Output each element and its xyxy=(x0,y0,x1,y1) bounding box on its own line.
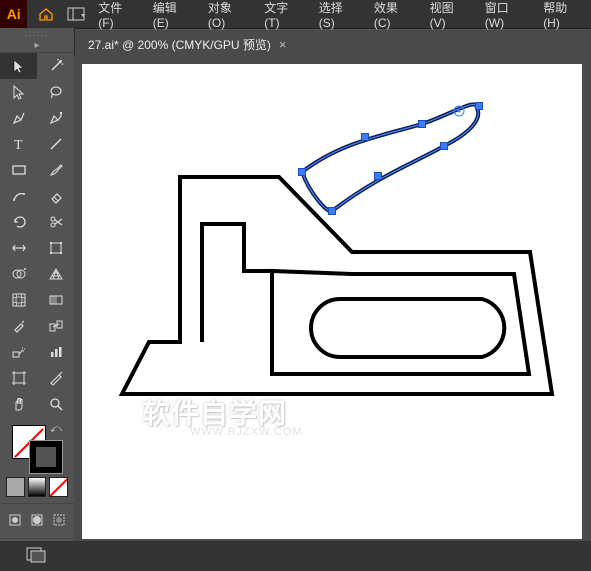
anchor-point[interactable] xyxy=(298,168,306,176)
fill-stroke-control[interactable]: ⤺ xyxy=(0,423,74,471)
artboard-tool[interactable] xyxy=(0,365,37,391)
line-segment-tool[interactable] xyxy=(37,131,74,157)
rectangle-tool[interactable] xyxy=(0,157,37,183)
panel-grip[interactable]: :::::: xyxy=(0,28,74,38)
canvas-area[interactable]: 软件自学网 WWW.RJZXW.COM xyxy=(74,56,591,541)
tool-grid: T xyxy=(0,53,74,417)
eraser-tool[interactable] xyxy=(37,183,74,209)
menu-window[interactable]: 窗口(W) xyxy=(477,0,535,28)
screen-mode-icon[interactable] xyxy=(26,547,48,571)
perspective-grid-tool[interactable] xyxy=(37,261,74,287)
lasso-tool[interactable] xyxy=(37,79,74,105)
draw-normal-icon[interactable] xyxy=(6,510,25,530)
menu-effect[interactable]: 效果(C) xyxy=(366,0,422,28)
artboard[interactable]: 软件自学网 WWW.RJZXW.COM xyxy=(82,64,582,539)
color-mode-solid[interactable] xyxy=(6,477,25,497)
menu-bar: Ai 文件(F) 编辑(E) 对象(O) 文字(T) 选择(S) 效果(C) 视… xyxy=(0,0,591,29)
gradient-tool[interactable] xyxy=(37,287,74,313)
column-graph-tool[interactable] xyxy=(37,339,74,365)
close-tab-icon[interactable]: × xyxy=(279,37,287,52)
menu-select[interactable]: 选择(S) xyxy=(311,0,366,28)
menu-type[interactable]: 文字(T) xyxy=(256,0,310,28)
toolbox-panel: :::::: ▸ T ⤺ xyxy=(0,28,75,541)
stroke-swatch[interactable] xyxy=(30,441,62,473)
svg-text:T: T xyxy=(14,138,23,152)
app-logo: Ai xyxy=(0,0,27,28)
home-icon[interactable] xyxy=(33,4,58,24)
screen-mode-row xyxy=(0,538,74,571)
anchor-point[interactable] xyxy=(440,142,448,150)
mesh-tool[interactable] xyxy=(0,287,37,313)
magic-wand-tool[interactable] xyxy=(37,53,74,79)
draw-inside-icon[interactable] xyxy=(49,510,68,530)
width-tool[interactable] xyxy=(0,235,37,261)
scissors-tool[interactable] xyxy=(37,209,74,235)
hand-tool[interactable] xyxy=(0,391,37,417)
type-tool[interactable]: T xyxy=(0,131,37,157)
menu-object[interactable]: 对象(O) xyxy=(200,0,256,28)
menu-file[interactable]: 文件(F) xyxy=(90,0,144,28)
draw-behind-icon[interactable] xyxy=(28,510,47,530)
color-mode-gradient[interactable] xyxy=(28,477,47,497)
anchor-point[interactable] xyxy=(475,102,483,110)
direct-selection-tool[interactable] xyxy=(0,79,37,105)
anchor-point[interactable] xyxy=(328,207,336,215)
document-tab-bar: 27.ai* @ 200% (CMYK/GPU 预览) × xyxy=(74,29,591,58)
symbol-sprayer-tool[interactable] xyxy=(0,339,37,365)
menu-view[interactable]: 视图(V) xyxy=(422,0,477,28)
anchor-point[interactable] xyxy=(374,172,382,180)
document-tab[interactable]: 27.ai* @ 200% (CMYK/GPU 预览) × xyxy=(74,30,297,58)
curvature-tool[interactable] xyxy=(37,105,74,131)
anchor-point[interactable] xyxy=(361,133,369,141)
swap-fill-stroke-icon[interactable]: ⤺ xyxy=(50,423,64,437)
artwork-selected-path[interactable] xyxy=(82,64,582,539)
toolbox-collapse-icon[interactable]: ▸ xyxy=(0,38,74,53)
anchor-point[interactable] xyxy=(418,120,426,128)
selection-tool[interactable] xyxy=(0,53,37,79)
free-transform-tool[interactable] xyxy=(37,235,74,261)
shape-builder-tool[interactable] xyxy=(0,261,37,287)
menu-edit[interactable]: 编辑(E) xyxy=(145,0,200,28)
arrange-docs-icon[interactable] xyxy=(63,4,88,24)
shaper-tool[interactable] xyxy=(0,183,37,209)
rotate-tool[interactable] xyxy=(0,209,37,235)
color-mode-row xyxy=(0,477,74,497)
slice-tool[interactable] xyxy=(37,365,74,391)
document-tab-label: 27.ai* @ 200% (CMYK/GPU 预览) xyxy=(88,36,271,53)
menu-help[interactable]: 帮助(H) xyxy=(535,0,591,28)
color-mode-none[interactable] xyxy=(49,477,68,497)
blend-tool[interactable] xyxy=(37,313,74,339)
draw-mode-row xyxy=(0,503,74,530)
paintbrush-tool[interactable] xyxy=(37,157,74,183)
pen-tool[interactable] xyxy=(0,105,37,131)
zoom-tool[interactable] xyxy=(37,391,74,417)
eyedropper-tool[interactable] xyxy=(0,313,37,339)
